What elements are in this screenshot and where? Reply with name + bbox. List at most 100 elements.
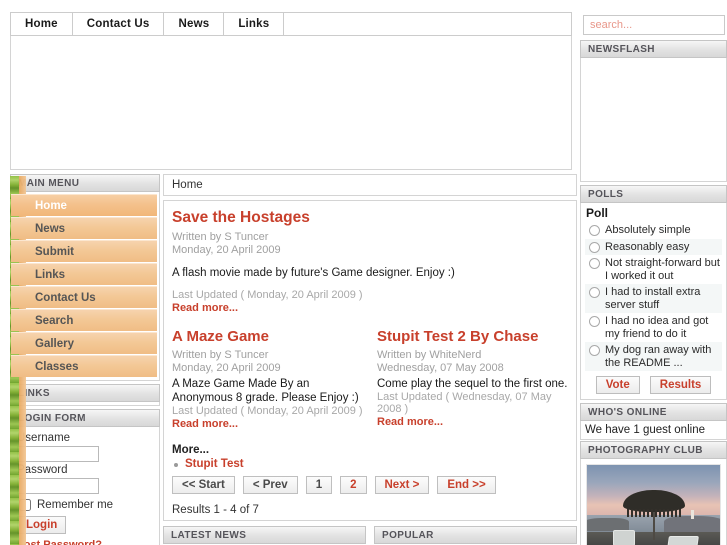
sidebar-item-contact-us[interactable]: Contact Us [11, 286, 157, 308]
article-title[interactable]: Stupit Test 2 By Chase [377, 328, 568, 345]
breadcrumb-current: Home [172, 179, 203, 191]
main-menu-list: Home News Submit Links Contact Us Search [11, 192, 159, 380]
links-module-title: LINKS [10, 384, 160, 402]
poll-option[interactable]: I had no idea and got my friend to do it [585, 313, 722, 342]
lost-password-link[interactable]: Lost Password? [17, 539, 102, 545]
sidebar-item-classes[interactable]: Classes [11, 355, 157, 377]
guest-count-text: We have 1 guest online [585, 424, 705, 436]
pagination-next-button[interactable]: Next > [374, 476, 430, 494]
sidebar-item-label: Home [35, 199, 67, 212]
poll-option[interactable]: Reasonably easy [585, 238, 722, 255]
topnav-item-label: Contact Us [86, 18, 150, 30]
content-box: Save the Hostages Written by S Tuncer Mo… [163, 200, 577, 521]
article-title[interactable]: A Maze Game [172, 328, 363, 345]
read-more-link[interactable]: Read more... [172, 302, 568, 314]
sidebar-item-label: Contact Us [35, 291, 96, 304]
search-input[interactable] [583, 15, 725, 35]
main-content-column: Home Save the Hostages Written by S Tunc… [163, 174, 577, 521]
username-label: Username [17, 432, 71, 444]
article-author: Written by S Tuncer [172, 231, 269, 243]
beach-sunset-photo[interactable] [586, 464, 721, 545]
article-date: Monday, 20 April 2009 [172, 362, 281, 374]
more-articles-block: More... Stupit Test [172, 444, 568, 470]
poll-option-label: Reasonably easy [605, 240, 690, 253]
results-button[interactable]: Results [649, 376, 712, 394]
sidebar-item-links[interactable]: Links [11, 263, 157, 285]
whos-online-module-body: We have 1 guest online [580, 421, 727, 440]
article-last-updated: Last Updated ( Wednesday, 07 May 2008 ) [377, 391, 552, 415]
topnav-item-home[interactable]: Home [11, 13, 73, 35]
sidebar-item-gallery[interactable]: Gallery [11, 332, 157, 354]
article-last-updated: Last Updated ( Monday, 20 April 2009 ) [172, 289, 363, 301]
login-button[interactable]: Login [17, 516, 67, 534]
sidebar-item-label: News [35, 222, 66, 235]
vote-button[interactable]: Vote [595, 376, 640, 394]
radio-icon[interactable] [589, 345, 600, 356]
pagination-start-button[interactable]: << Start [172, 476, 235, 494]
read-more-link[interactable]: Read more... [172, 418, 363, 430]
popular-module-title: POPULAR [374, 526, 577, 544]
read-more-link[interactable]: Read more... [377, 416, 568, 428]
radio-icon[interactable] [589, 287, 600, 298]
sidebar-item-submit[interactable]: Submit [11, 240, 157, 262]
poll-option[interactable]: My dog ran away with the README ... [585, 342, 722, 371]
article-body: Come play the sequel to the first one. [377, 378, 568, 390]
poll-option-label: Absolutely simple [605, 224, 691, 236]
remember-me-row: Remember me [17, 499, 153, 511]
sidebar-item-search[interactable]: Search [11, 309, 157, 331]
photography-club-module-body [580, 459, 727, 545]
photo-umbrella-canopy [622, 489, 685, 517]
article-column-right: Stupit Test 2 By Chase Written by WhiteN… [377, 328, 568, 430]
topnav-item-news[interactable]: News [164, 13, 225, 35]
pagination-page-1-button[interactable]: 1 [305, 476, 333, 494]
sidebar-item-news[interactable]: News [11, 217, 157, 239]
right-sidebar: NEWSFLASH POLLS Poll Absolutely simple R… [580, 40, 727, 545]
pagination-prev-button[interactable]: < Prev [242, 476, 298, 494]
newsflash-module-body [580, 58, 727, 182]
poll-option[interactable]: Not straight-forward but I worked it out [585, 255, 722, 284]
poll-buttons-row: Vote Results [585, 376, 722, 394]
radio-icon[interactable] [589, 225, 600, 236]
remember-me-checkbox[interactable] [19, 499, 31, 511]
poll-option-label: I had to install extra server stuff [605, 286, 701, 311]
sidebar-item-label: Search [35, 314, 74, 327]
article-date: Monday, 20 April 2009 [172, 244, 281, 256]
more-item-label: Stupit Test [185, 458, 244, 470]
password-label: Password [17, 464, 68, 476]
topnav-item-contact-us[interactable]: Contact Us [72, 13, 165, 35]
login-form-body: Username Password Remember me Login Lost… [10, 427, 160, 545]
pagination-end-button[interactable]: End >> [437, 476, 496, 494]
topnav-item-label: Home [25, 18, 58, 30]
polls-module-title: POLLS [580, 185, 727, 203]
password-field[interactable] [17, 478, 99, 494]
article-body: A flash movie made by future's Game desi… [172, 267, 455, 279]
article-title[interactable]: Save the Hostages [172, 209, 568, 227]
sidebar-item-home[interactable]: Home [11, 194, 157, 216]
article-date: Wednesday, 07 May 2008 [377, 362, 504, 374]
radio-icon[interactable] [589, 258, 600, 269]
top-navigation-bar: Home Contact Us News Links [10, 12, 572, 36]
article-author: Written by S Tuncer [172, 349, 269, 361]
poll-option-label: I had no idea and got my friend to do it [605, 315, 709, 340]
radio-icon[interactable] [589, 241, 600, 253]
links-module-body [10, 402, 160, 406]
login-form-title: LOGIN FORM [10, 409, 160, 427]
topnav-item-links[interactable]: Links [224, 13, 285, 35]
article-body: A Maze Game Made By an Anonymous 8 grade… [172, 378, 359, 404]
list-item[interactable]: Stupit Test [172, 458, 568, 470]
header-banner-area [10, 36, 572, 170]
photo-lounger-bed [667, 535, 699, 545]
poll-option[interactable]: I had to install extra server stuff [585, 284, 722, 313]
poll-option[interactable]: Absolutely simple [585, 222, 722, 239]
photo-lounger-chair [613, 529, 635, 545]
article-column-left: A Maze Game Written by S Tuncer Monday, … [172, 328, 363, 430]
pagination-page-2-button[interactable]: 2 [340, 476, 367, 494]
topnav-item-label: News [178, 18, 210, 30]
photo-rock-left [587, 517, 629, 531]
radio-icon[interactable] [589, 316, 600, 327]
sidebar-item-label: Links [35, 268, 66, 281]
left-sidebar: MAIN MENU Home News Submit Links Contact… [10, 174, 160, 545]
article-author: Written by WhiteNerd [377, 349, 482, 361]
article-lead: Save the Hostages Written by S Tuncer Mo… [172, 209, 568, 314]
username-field[interactable] [17, 446, 99, 462]
